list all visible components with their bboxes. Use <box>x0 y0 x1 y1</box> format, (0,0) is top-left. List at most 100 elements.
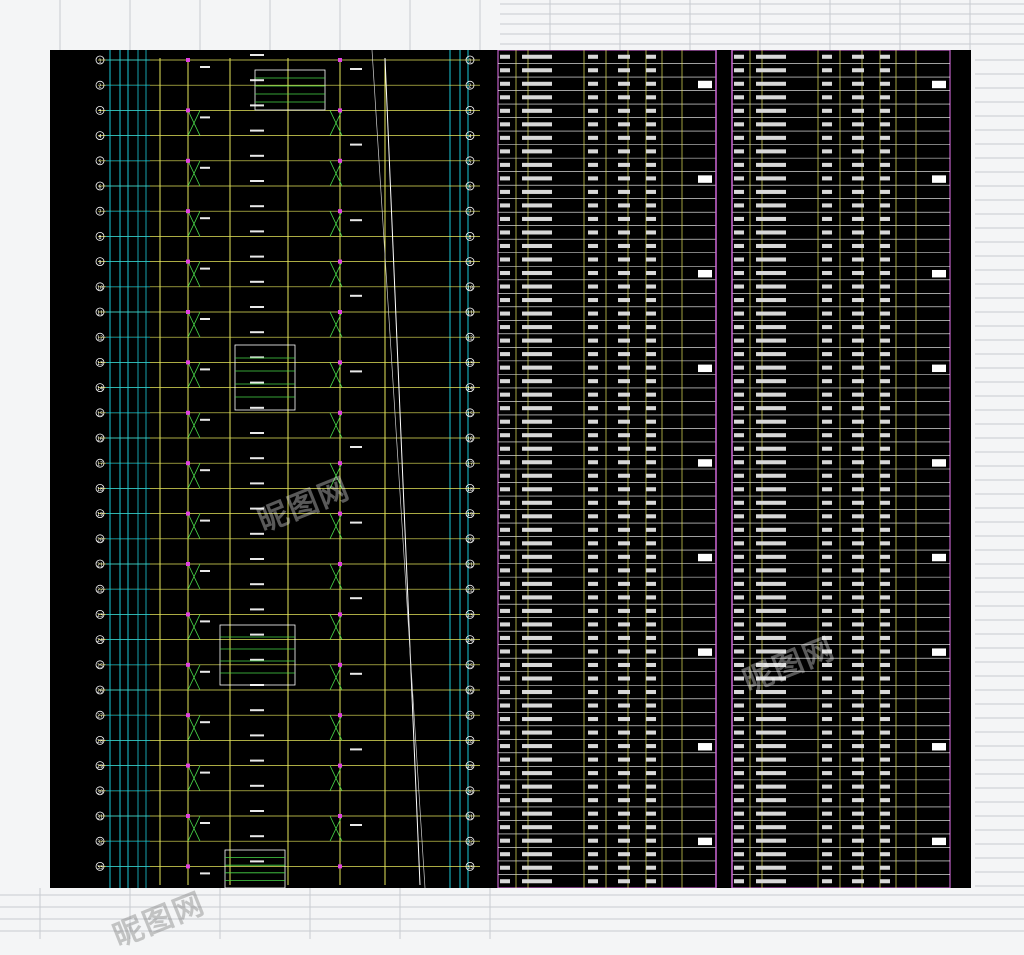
table-cell-text <box>822 581 832 586</box>
table-cell-text <box>880 703 890 708</box>
table-cell-text <box>756 838 786 843</box>
table-cell-text <box>822 406 832 411</box>
table-cell-text <box>880 95 890 100</box>
table-cell-text <box>618 757 630 762</box>
table-cell-text <box>618 149 630 154</box>
table-cell-text <box>880 230 890 235</box>
table-cell-text <box>588 379 598 384</box>
table-cell-text <box>522 108 552 113</box>
table-cell-text <box>646 798 656 803</box>
table-cell-text <box>880 419 890 424</box>
table-cell-text <box>880 676 890 681</box>
beam-label <box>250 784 264 787</box>
table-cell-text <box>500 392 510 397</box>
table-cell-text <box>756 622 786 627</box>
table-cell-text <box>618 230 630 235</box>
table-cell-text <box>756 608 786 613</box>
table-cell-text <box>756 81 786 86</box>
stair-core <box>254 69 326 111</box>
table-cell-text <box>822 717 832 722</box>
table-cell-text <box>822 419 832 424</box>
table-cell-text <box>852 122 864 127</box>
grid-bubble-label: 31 <box>467 815 473 821</box>
grid-bubble-label: 19 <box>97 512 103 518</box>
table-cell-text <box>522 446 552 451</box>
table-cell-text <box>522 838 552 843</box>
table-cell-text <box>852 608 864 613</box>
table-cell-text <box>500 95 510 100</box>
table-cell-text <box>822 365 832 370</box>
table-cell-text <box>522 379 552 384</box>
table-cell-text <box>588 838 598 843</box>
table-cell-text <box>500 852 510 857</box>
grid-bubble-label: 13 <box>97 361 103 367</box>
table-cell-text <box>822 568 832 573</box>
table-cell-text <box>646 68 656 73</box>
table-cell-text <box>734 487 744 492</box>
table-cell-text <box>522 527 552 532</box>
beam-label <box>350 68 362 70</box>
table-cell-text <box>646 365 656 370</box>
table-cell-text <box>822 771 832 776</box>
table-cell-text <box>522 419 552 424</box>
grid-bubble-label: 8 <box>98 235 101 241</box>
table-cell-text <box>588 676 598 681</box>
table-cell-text <box>734 135 744 140</box>
grid-bubble-label: 15 <box>97 411 103 417</box>
grid-bubble-label: 18 <box>97 487 103 493</box>
table-cell-text <box>880 541 890 546</box>
table-cell-text <box>618 784 630 789</box>
table-cell-text <box>880 352 890 357</box>
table-cell-text <box>618 446 630 451</box>
table-cell-text <box>852 527 864 532</box>
table-cell-text <box>822 68 832 73</box>
table-cell-text <box>588 811 598 816</box>
table-cell-text <box>852 879 864 884</box>
table-cell-text <box>500 541 510 546</box>
table-cell-text <box>588 689 598 695</box>
table-cell-text <box>646 879 656 884</box>
table-cell-text <box>522 487 552 492</box>
column-node <box>338 511 342 516</box>
table-cell-text <box>880 379 890 384</box>
table-cell-text <box>756 162 786 167</box>
table-cell-text <box>880 622 890 627</box>
beam-label <box>250 230 264 233</box>
table-cell-text <box>734 568 744 573</box>
table-cell-text <box>852 203 864 208</box>
table-cell-text <box>500 676 510 681</box>
table-cell-text <box>852 662 864 668</box>
table-cell-text <box>522 325 552 330</box>
table-cell-text <box>880 406 890 411</box>
table-cell-text <box>734 798 744 803</box>
table-cell-text <box>822 527 832 532</box>
table-cell-text <box>734 379 744 384</box>
table-cell-text <box>880 487 890 492</box>
table-cell-text <box>756 338 786 343</box>
table-cell-text <box>880 717 890 722</box>
table-cell-text <box>522 541 552 546</box>
table-cell-text <box>588 243 598 249</box>
table-cell-text <box>756 284 786 289</box>
column-node <box>338 763 342 768</box>
table-cell-text <box>880 879 890 884</box>
table-cell-text <box>646 230 656 235</box>
table-cell-text <box>880 635 890 640</box>
table-cell-text <box>734 216 744 221</box>
table-cell-text <box>588 730 598 735</box>
table-cell-text <box>522 852 552 857</box>
table-cell-text <box>852 473 864 478</box>
grid-bubble-label: 8 <box>468 235 471 241</box>
table-cell-text <box>646 81 656 86</box>
table-cell-text <box>588 865 598 870</box>
table-cell-text <box>646 744 656 749</box>
table-cell-text <box>734 879 744 884</box>
table-cell-text <box>500 568 510 573</box>
cad-drawing-window[interactable]: 1 1 2 2 3 3 4 4 5 5 6 6 7 7 8 8 9 9 10 10 11 11 12 12 13 13 14 14 15… <box>50 50 971 888</box>
table-cell-text <box>756 730 786 735</box>
column-node <box>338 158 342 163</box>
table-cell-text <box>522 298 552 303</box>
table-cell-text <box>522 608 552 613</box>
table-cell-text <box>588 595 598 600</box>
table-cell-text <box>500 433 510 438</box>
